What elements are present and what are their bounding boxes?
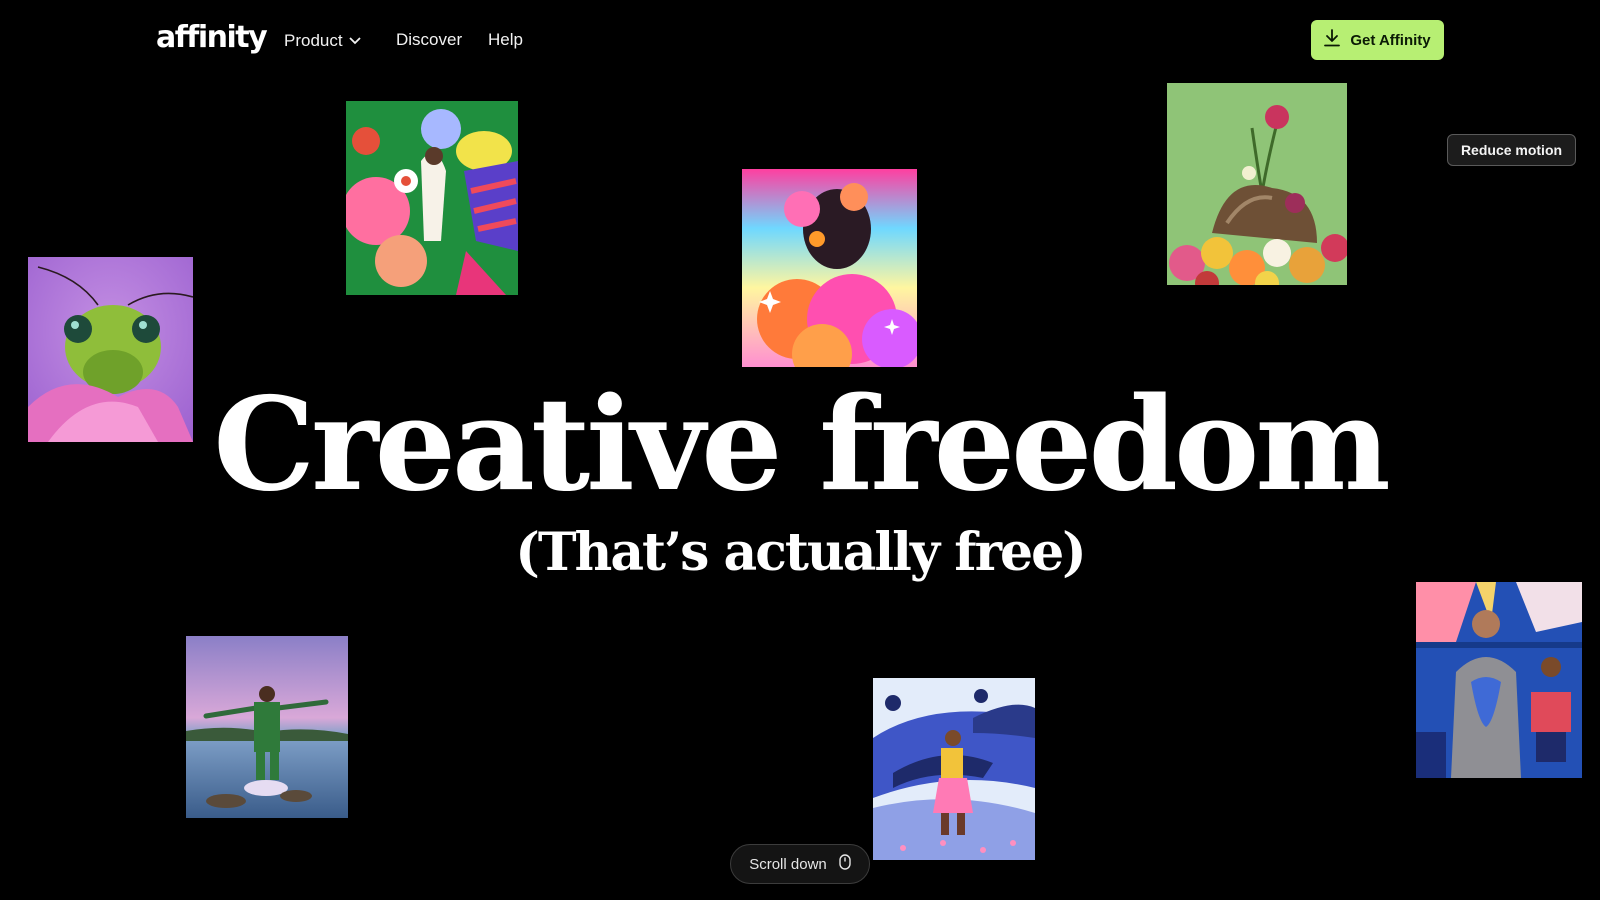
affinity-logo[interactable]: affinity	[156, 18, 268, 58]
artwork-flower-portrait[interactable]	[742, 169, 917, 367]
chevron-down-icon	[348, 28, 361, 52]
nav-product-label: Product	[284, 31, 343, 50]
artwork-whales-illustration[interactable]	[873, 678, 1035, 860]
artwork-floral-illustration[interactable]	[346, 101, 518, 295]
mouse-icon	[839, 854, 851, 874]
reduce-motion-button[interactable]: Reduce motion	[1447, 134, 1576, 166]
top-navigation: affinity Product Discover Help Get Affin…	[0, 0, 1600, 80]
download-icon	[1324, 29, 1341, 51]
artwork-figure-in-water[interactable]	[186, 636, 348, 818]
scroll-down-button[interactable]: Scroll down	[730, 844, 870, 884]
artwork-bouquet-collage[interactable]	[1167, 83, 1347, 285]
scroll-down-label: Scroll down	[749, 855, 827, 873]
nav-discover[interactable]: Discover	[396, 28, 462, 52]
hero-subtitle: (That’s actually free)	[515, 522, 1087, 583]
nav-help[interactable]: Help	[488, 28, 523, 52]
nav-product[interactable]: Product	[284, 28, 361, 53]
get-affinity-label: Get Affinity	[1350, 31, 1431, 49]
artwork-metro-illustration[interactable]	[1416, 582, 1582, 778]
hero-title: Creative freedom	[213, 370, 1391, 520]
get-affinity-button[interactable]: Get Affinity	[1311, 20, 1444, 60]
